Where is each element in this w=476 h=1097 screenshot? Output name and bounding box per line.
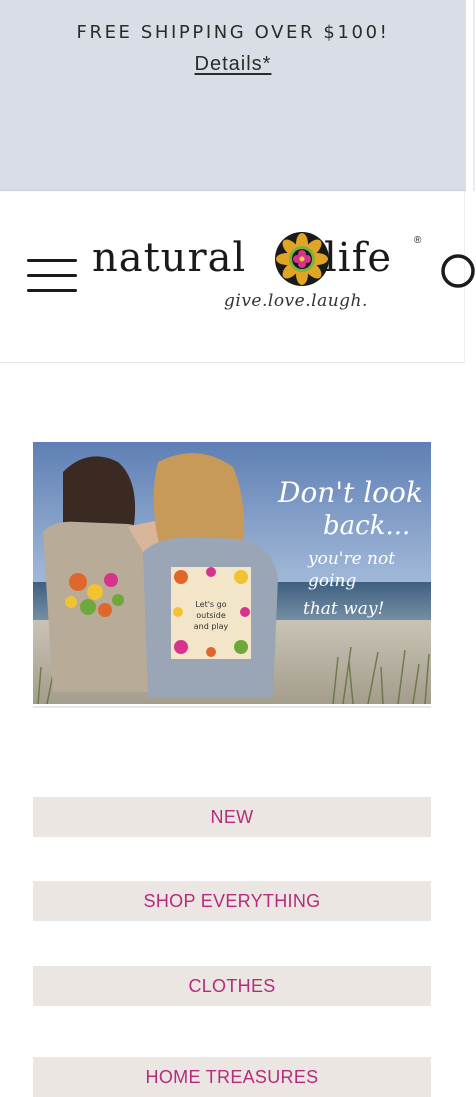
- site-logo[interactable]: natural life ® give.love.laugh.: [92, 229, 432, 329]
- logo-word-life: life: [324, 235, 393, 281]
- hero-banner[interactable]: Let's go outside and play Don't look bac…: [33, 442, 431, 708]
- nav-button-home-treasures[interactable]: HOME TREASURES: [33, 1057, 431, 1097]
- shirt-text-1: Let's go: [195, 600, 226, 609]
- hero-sub-2: going: [308, 571, 357, 591]
- logo-word-natural: natural: [92, 235, 247, 281]
- logo-tagline: give.love.laugh.: [224, 291, 368, 311]
- hero-headline-1: Don't look: [277, 476, 423, 509]
- hero-sub-1: you're not: [307, 549, 395, 569]
- nav-button-shop-everything[interactable]: SHOP EVERYTHING: [33, 881, 431, 921]
- nav-button-new[interactable]: NEW: [33, 797, 431, 837]
- hero-headline-2: back...: [323, 511, 410, 541]
- registered-mark: ®: [414, 235, 422, 246]
- hero-image: Let's go outside and play Don't look bac…: [33, 442, 431, 704]
- search-icon[interactable]: [438, 253, 476, 293]
- hero-sub-3: that way!: [303, 599, 384, 619]
- nav-button-clothes[interactable]: CLOTHES: [33, 966, 431, 1006]
- promo-details-link[interactable]: Details*: [0, 53, 466, 76]
- site-header: natural life ® give.love.laugh.: [0, 191, 475, 363]
- page-scroll-edge: [466, 0, 476, 191]
- promo-bar: FREE SHIPPING OVER $100! Details*: [0, 0, 466, 191]
- flower-logo-icon: [275, 232, 329, 286]
- shirt-text-3: and play: [194, 622, 229, 631]
- shirt-text-2: outside: [196, 611, 226, 620]
- promo-text: FREE SHIPPING OVER $100!: [76, 22, 390, 43]
- menu-icon[interactable]: [27, 257, 79, 295]
